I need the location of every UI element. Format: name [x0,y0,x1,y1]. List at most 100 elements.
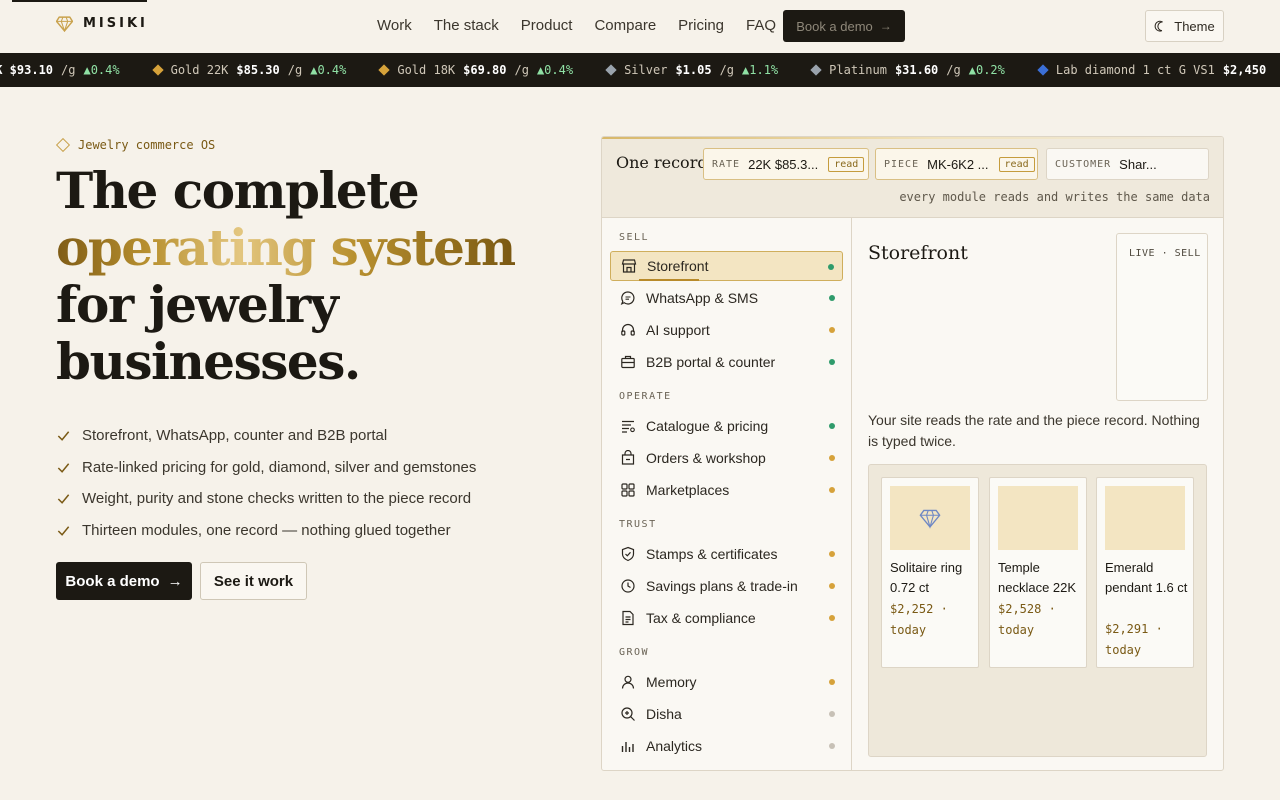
ticker-price: $85.30 [236,63,280,77]
rate-chip-value: 22K $85.3... [748,156,819,172]
status-dot [829,423,835,429]
module-memory[interactable]: Memory [610,667,843,697]
ticker-diamond-icon [605,64,617,76]
record-header: One record RATE 22K $85.3... read PIECE … [602,137,1223,218]
status-dot [829,551,835,557]
diamond-icon [919,509,941,529]
module-label: Savings plans & trade-in [646,578,798,594]
moon-icon [1154,20,1164,32]
nav-link-compare[interactable]: Compare [594,17,656,34]
product-card[interactable]: Temple necklace 22K $2,528 · today [989,477,1087,668]
module-b2b-portal-counter[interactable]: B2B portal & counter [610,347,843,377]
module-stamps-certificates[interactable]: Stamps & certificates [610,539,843,569]
piece-chip[interactable]: PIECE MK-6K2 ... read [875,148,1038,180]
module-label: Stamps & certificates [646,546,778,562]
headset-icon [621,323,635,336]
ticker-item: Gold 18K $69.80/g ▲0.4% [378,63,574,77]
ticker-price: $31.60 [894,63,939,77]
module-detail: Storefront LIVE · SELL Your site reads t… [852,218,1223,770]
product-panel: One record RATE 22K $85.3... read PIECE … [601,136,1224,771]
bar-chart-icon [621,742,634,752]
hero-headline: The complete operating system for jewelr… [56,162,516,391]
check-icon [57,431,70,442]
theme-label: Theme [1174,18,1215,34]
list-filter-icon [622,420,635,433]
ticker-unit: /g [514,63,529,77]
book-demo-nav-button[interactable]: Book a demo → [783,10,905,42]
ticker-item: 4K $93.10/g ▲0.4% [0,63,120,77]
product-image [890,486,970,550]
product-price: $2,528 · today [998,602,1056,637]
module-label: Storefront [647,258,709,274]
rate-read-badge: read [828,156,865,172]
module-disha[interactable]: Disha [610,699,843,729]
rate-chip[interactable]: RATE 22K $85.3... read [703,148,869,180]
status-dot [829,295,835,301]
module-label: WhatsApp & SMS [646,290,759,306]
record-note: every module reads and writes the same d… [899,190,1210,204]
ticker-item: Lab diamond 1 ct G VS1 $2,450 [1037,63,1274,77]
status-dot [829,327,835,333]
module-sidebar: SELL Storefront WhatsApp & SMS AI suppor… [602,218,852,770]
nav-link-faq[interactable]: FAQ [746,17,776,34]
document-icon [622,610,634,626]
header-accent-bar [602,137,1223,139]
module-ai-support[interactable]: AI support [610,315,843,345]
module-savings-trade-in[interactable]: Savings plans & trade-in [610,571,843,601]
module-catalogue-pricing[interactable]: Catalogue & pricing [610,411,843,441]
check-icon [57,494,70,505]
feature-text: Weight, purity and stone checks written … [82,490,472,508]
customer-chip-value: Shar... [1119,156,1157,172]
product-name: Solitaire ring 0.72 ct [890,560,963,595]
feature-text: Rate-linked pricing for gold, diamond, s… [82,458,477,476]
see-it-work-label: See it work [213,572,294,590]
ticker-price: $1.05 [675,63,712,77]
storefront-preview: Solitaire ring 0.72 ct $2,252 · today Te… [868,464,1207,757]
ticker-change: ▲0.4% [536,63,574,77]
product-price: $2,291 · today [1105,622,1163,657]
nav-link-product[interactable]: Product [521,17,573,34]
ticker-diamond-icon [1037,64,1049,76]
feature-item: Weight, purity and stone checks written … [56,483,476,515]
module-label: Catalogue & pricing [646,418,769,434]
ticker-item: Platinum $31.60/g ▲0.2% [810,63,1005,77]
module-marketplaces[interactable]: Marketplaces [610,475,843,505]
module-orders-workshop[interactable]: Orders & workshop [610,443,843,473]
nav-link-work[interactable]: Work [377,17,412,34]
feature-item: Thirteen modules, one record — nothing g… [56,515,476,547]
product-name: Emerald pendant 1.6 ct [1105,560,1188,595]
module-label: Analytics [646,738,703,754]
product-card[interactable]: Emerald pendant 1.6 ct $2,291 · today [1096,477,1194,668]
module-label: Memory [646,674,697,690]
ticker-track: 4K $93.10/g▲0.4%Gold 22K$85.30/g▲0.4%Gol… [0,53,1280,87]
product-image [1105,486,1185,550]
module-label: Disha [646,706,682,722]
product-name: Temple necklace 22K [998,560,1077,595]
customer-chip[interactable]: CUSTOMER Shar... [1046,148,1209,180]
nav-link-pricing[interactable]: Pricing [678,17,724,34]
headline-line-4: businesses. [56,332,361,391]
nav-link-the-stack[interactable]: The stack [434,17,499,34]
module-tax-compliance[interactable]: Tax & compliance [610,603,843,633]
group-label-grow: GROW [619,647,650,658]
ticker-name: Lab diamond 1 ct G VS1 [1055,63,1215,77]
module-label: Tax & compliance [646,610,756,626]
live-status-label: LIVE · SELL [1129,248,1201,259]
ticker-diamond-icon [378,64,391,76]
see-it-work-button[interactable]: See it work [200,562,307,600]
nav-links: Work The stack Product Compare Pricing F… [377,17,798,34]
brand-logo[interactable]: MISIKI [56,15,148,32]
product-card[interactable]: Solitaire ring 0.72 ct $2,252 · today [881,477,979,668]
module-analytics[interactable]: Analytics [610,731,843,761]
module-storefront[interactable]: Storefront [610,251,843,281]
ticker-unit: /g [719,63,735,77]
ticker-change: ▲0.4% [83,63,120,77]
feature-item: Rate-linked pricing for gold, diamond, s… [56,452,476,484]
live-preview-box: LIVE · SELL [1116,233,1208,401]
record-title: One record [616,153,708,172]
module-whatsapp-sms[interactable]: WhatsApp & SMS [610,283,843,313]
diamond-logo-icon [56,16,73,32]
status-dot [829,743,835,749]
book-demo-button[interactable]: Book a demo → [56,562,192,600]
theme-toggle-button[interactable]: Theme [1145,10,1224,42]
